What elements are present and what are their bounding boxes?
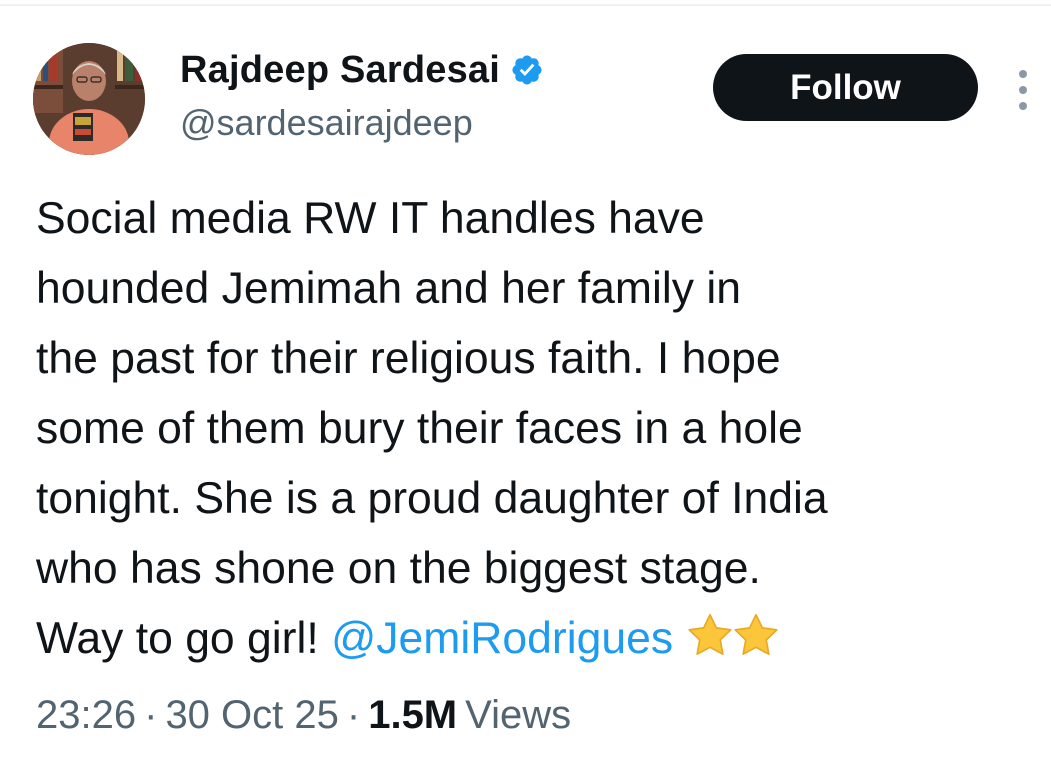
author-display-name[interactable]: Rajdeep Sardesai bbox=[180, 49, 500, 92]
star-emoji-icon bbox=[688, 613, 733, 656]
verified-badge-icon bbox=[512, 55, 542, 85]
more-dot bbox=[1019, 70, 1027, 78]
tweet-line: hounded Jemimah and her family in bbox=[36, 264, 741, 313]
top-divider bbox=[0, 4, 1051, 6]
more-dot bbox=[1019, 86, 1027, 94]
tweet-line: tonight. She is a proud daughter of Indi… bbox=[36, 474, 828, 523]
meta-separator: · bbox=[144, 693, 158, 737]
author-name-row[interactable]: Rajdeep Sardesai bbox=[180, 48, 544, 92]
more-options-icon[interactable] bbox=[1013, 70, 1033, 110]
tweet-line: some of them bury their faces in a hole bbox=[36, 404, 803, 453]
tweet-date[interactable]: 30 Oct 25 bbox=[165, 693, 338, 738]
tweet-text: Social media RW IT handles have hounded … bbox=[36, 184, 1041, 674]
more-dot bbox=[1019, 102, 1027, 110]
mention-link[interactable]: @JemiRodrigues bbox=[331, 614, 673, 663]
tweet-line: who has shone on the biggest stage. bbox=[36, 544, 761, 593]
tweet-last-line: Way to go girl! @JemiRodrigues bbox=[36, 604, 1041, 674]
author-handle[interactable]: @sardesairajdeep bbox=[180, 102, 473, 144]
star-emoji-icon bbox=[734, 613, 779, 656]
author-avatar[interactable] bbox=[33, 43, 145, 155]
views-label: Views bbox=[465, 693, 572, 737]
meta-separator: · bbox=[346, 693, 361, 737]
tweet-time[interactable]: 23:26 bbox=[36, 693, 136, 738]
follow-button[interactable]: Follow bbox=[713, 54, 978, 121]
tweet-line: the past for their religious faith. I ho… bbox=[36, 334, 781, 383]
views-count: 1.5M bbox=[368, 693, 458, 737]
profile-photo-icon bbox=[33, 43, 145, 155]
tweet-meta: 23:26 · 30 Oct 25 · 1.5M Views bbox=[36, 693, 571, 738]
tweet-line: Social media RW IT handles have bbox=[36, 194, 705, 243]
tweet-last-line-text: Way to go girl! bbox=[36, 614, 332, 663]
